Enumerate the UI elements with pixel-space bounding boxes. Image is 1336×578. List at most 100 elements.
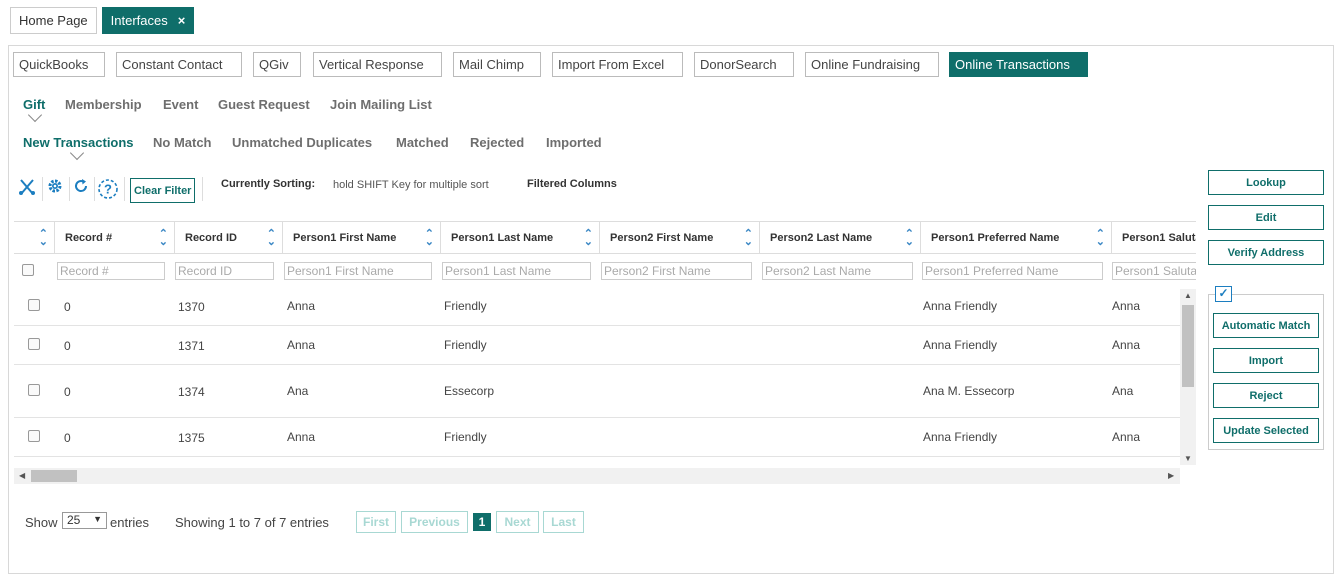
close-icon[interactable]: × (178, 13, 186, 28)
scrollbar-thumb[interactable] (31, 470, 77, 482)
verify-address-button[interactable]: Verify Address (1208, 240, 1324, 265)
filter-person1-preferred-name[interactable] (922, 262, 1103, 280)
filter-record-id[interactable] (175, 262, 274, 280)
tab-online-fundraising[interactable]: Online Fundraising (805, 52, 939, 77)
lookup-button[interactable]: Lookup (1208, 170, 1324, 195)
tab-rejected[interactable]: Rejected (470, 135, 524, 150)
cell-person1-last-name: Friendly (444, 430, 487, 444)
scroll-up-icon[interactable]: ▲ (1184, 291, 1192, 300)
chevron-down-icon: ▼ (93, 514, 102, 524)
row-checkbox[interactable] (28, 338, 40, 350)
sort-icon[interactable]: ⌃ ⌄ (584, 229, 593, 248)
sort-icon[interactable]: ⌃ ⌄ (905, 229, 914, 248)
tab-label: Home Page (19, 13, 88, 28)
filter-person1-last-name[interactable] (442, 262, 591, 280)
horizontal-scrollbar[interactable]: ◀ ▶ (14, 468, 1180, 484)
toolbar-divider (42, 177, 43, 201)
tab-quickbooks[interactable]: QuickBooks (13, 52, 105, 77)
header-person2-last-name[interactable]: Person2 Last Name ⌃ ⌄ (759, 222, 920, 254)
scroll-left-icon[interactable]: ◀ (19, 471, 25, 480)
previous-page-button[interactable]: Previous (401, 511, 468, 533)
import-button[interactable]: Import (1213, 348, 1319, 373)
page-length-select[interactable]: 25 ▼ (62, 512, 107, 529)
tab-no-match[interactable]: No Match (153, 135, 212, 150)
header-person1-preferred-name[interactable]: Person1 Preferred Name ⌃ ⌄ (920, 222, 1111, 254)
table-row[interactable]: 0 1374 Ana Essecorp Ana M. Essecorp Ana (14, 365, 1180, 418)
tab-mail-chimp[interactable]: Mail Chimp (453, 52, 541, 77)
tab-online-transactions[interactable]: Online Transactions (949, 52, 1088, 77)
tab-import-from-excel[interactable]: Import From Excel (552, 52, 683, 77)
row-checkbox[interactable] (28, 430, 40, 442)
scissors-icon[interactable] (16, 178, 38, 200)
tab-donorsearch[interactable]: DonorSearch (694, 52, 794, 77)
tab-qgiv[interactable]: QGiv (253, 52, 301, 77)
page-1-button[interactable]: 1 (473, 513, 491, 531)
sort-icon[interactable]: ⌃ ⌄ (159, 229, 168, 248)
sort-icon[interactable]: ⌃ ⌄ (267, 229, 276, 248)
first-page-button[interactable]: First (356, 511, 396, 533)
header-label: Person1 Saluta (1122, 232, 1196, 244)
filter-record-no[interactable] (57, 262, 165, 280)
refresh-icon[interactable] (70, 178, 92, 200)
scroll-down-icon[interactable]: ▼ (1184, 454, 1192, 463)
checkbox-checked-icon[interactable]: ✓ (1215, 286, 1232, 302)
header-record-no[interactable]: Record # ⌃ ⌄ (54, 222, 174, 254)
header-record-id[interactable]: Record ID ⌃ ⌄ (174, 222, 282, 254)
reject-button[interactable]: Reject (1213, 383, 1319, 408)
filter-person1-first-name[interactable] (284, 262, 432, 280)
sort-icon[interactable]: ⌃ ⌄ (744, 229, 753, 248)
svg-text:?: ? (104, 182, 112, 197)
table-row[interactable]: 0 1370 Anna Friendly Anna Friendly Anna (14, 287, 1180, 326)
gear-icon[interactable] (44, 178, 66, 200)
last-page-button[interactable]: Last (543, 511, 584, 533)
tab-unmatched-duplicates[interactable]: Unmatched Duplicates (232, 135, 372, 150)
tab-vertical-response[interactable]: Vertical Response (313, 52, 442, 77)
header-person1-first-name[interactable]: Person1 First Name ⌃ ⌄ (282, 222, 440, 254)
table-row[interactable]: 0 1375 Anna Friendly Anna Friendly Anna (14, 418, 1180, 457)
cell-person1-first-name: Anna (287, 299, 316, 313)
tab-label: DonorSearch (700, 57, 777, 72)
row-checkbox[interactable] (28, 299, 40, 311)
sort-icon[interactable]: ⌃ ⌄ (425, 229, 434, 248)
header-person2-first-name[interactable]: Person2 First Name ⌃ ⌄ (599, 222, 759, 254)
filter-person1-salutation[interactable] (1112, 262, 1196, 280)
select-all-header[interactable]: ⌃ ⌄ (14, 222, 54, 254)
next-page-button[interactable]: Next (496, 511, 539, 533)
grid-toolbar: ? Clear Filter Currently Sorting: hold S… (14, 174, 634, 206)
header-person1-last-name[interactable]: Person1 Last Name ⌃ ⌄ (440, 222, 599, 254)
update-selected-button[interactable]: Update Selected (1213, 418, 1319, 443)
entries-label: entries (110, 515, 150, 530)
table-row[interactable]: 0 1371 Anna Friendly Anna Friendly Anna (14, 326, 1180, 365)
tab-join-mailing-list[interactable]: Join Mailing List (330, 97, 432, 112)
sort-icon[interactable]: ⌃ ⌄ (39, 229, 48, 248)
filter-person2-first-name[interactable] (601, 262, 752, 280)
tab-membership[interactable]: Membership (65, 97, 142, 112)
tab-event[interactable]: Event (163, 97, 198, 112)
select-all-checkbox[interactable] (22, 264, 34, 276)
category-tab-bar: Gift Membership Event Guest Request Join… (23, 97, 523, 119)
cell-person1-first-name: Ana (287, 384, 309, 398)
header-person1-salutation[interactable]: Person1 Saluta (1111, 222, 1196, 254)
tab-constant-contact[interactable]: Constant Contact (116, 52, 242, 77)
show-label: Show (25, 515, 58, 530)
tab-matched[interactable]: Matched (396, 135, 449, 150)
tab-guest-request[interactable]: Guest Request (218, 97, 310, 112)
edit-button[interactable]: Edit (1208, 205, 1324, 230)
tab-interfaces[interactable]: Interfaces × (101, 7, 195, 34)
clear-filter-button[interactable]: Clear Filter (130, 178, 196, 203)
scrollbar-thumb[interactable] (1182, 305, 1194, 387)
tab-home-page[interactable]: Home Page (10, 7, 97, 34)
top-tab-bar: Home Page Interfaces × (10, 7, 195, 34)
vertical-scrollbar[interactable]: ▲ ▼ (1180, 289, 1196, 465)
sort-icon[interactable]: ⌃ ⌄ (1096, 229, 1105, 248)
scroll-right-icon[interactable]: ▶ (1168, 471, 1174, 480)
automatic-match-button[interactable]: Automatic Match (1213, 313, 1319, 338)
cell-person1-preferred-name: Ana M. Essecorp (923, 384, 1015, 398)
cell-person1-salutation: Anna (1112, 338, 1141, 352)
row-checkbox[interactable] (28, 384, 40, 396)
tab-imported[interactable]: Imported (546, 135, 602, 150)
grid-footer: Show 25 ▼ entries Showing 1 to 7 of 7 ent… (25, 511, 625, 533)
help-icon[interactable]: ? (97, 178, 119, 200)
filter-person2-last-name[interactable] (762, 262, 913, 280)
sort-hint-text: hold SHIFT Key for multiple sort (333, 179, 489, 191)
